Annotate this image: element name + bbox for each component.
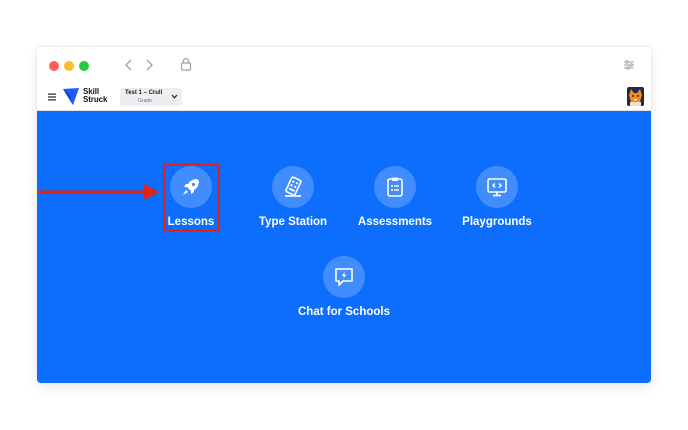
tile-label: Type Station (258, 216, 328, 228)
chat-bolt-icon (335, 268, 353, 286)
chevron-right-icon[interactable] (143, 58, 155, 72)
avatar[interactable] (627, 87, 644, 106)
close-window-button[interactable] (49, 61, 59, 71)
tile-chat-for-schools[interactable]: Chat for Schools (294, 256, 394, 318)
chevron-left-icon[interactable] (123, 58, 135, 72)
playgrounds-icon-circle (476, 166, 518, 208)
sliders-icon[interactable] (623, 59, 635, 71)
annotation-arrow-icon (38, 184, 159, 200)
lessons-highlight-box (163, 163, 220, 232)
clipboard-icon (387, 177, 403, 197)
tile-type-station[interactable]: Type Station (243, 166, 343, 228)
logo-text[interactable]: Skill Struck (83, 88, 107, 104)
app-header: Skill Struck Test 1 – Crull Grade (37, 85, 651, 111)
chevron-down-icon (171, 94, 178, 99)
logo-line2: Struck (83, 95, 108, 104)
fox-avatar-icon (627, 87, 644, 106)
tile-playgrounds[interactable]: Playgrounds (447, 166, 547, 228)
lock-icon (180, 57, 192, 71)
hamburger-menu-icon[interactable] (48, 93, 56, 101)
type-station-icon-circle (272, 166, 314, 208)
monitor-code-icon (487, 178, 507, 197)
browser-window: Skill Struck Test 1 – Crull Grade (37, 47, 651, 383)
assessments-icon-circle (374, 166, 416, 208)
chat-icon-circle (323, 256, 365, 298)
tile-assessments[interactable]: Assessments (345, 166, 445, 228)
class-name: Test 1 – Crull (125, 90, 163, 96)
skill-struck-logo-icon[interactable] (63, 88, 79, 105)
main-dashboard (37, 111, 651, 383)
tile-label: Assessments (357, 216, 433, 228)
maximize-window-button[interactable] (79, 61, 89, 71)
class-selector[interactable]: Test 1 – Crull Grade (120, 88, 182, 106)
browser-chrome (37, 47, 651, 85)
keyboard-icon (285, 176, 302, 197)
tile-label: Chat for Schools (297, 306, 390, 318)
minimize-window-button[interactable] (64, 61, 74, 71)
tile-label: Playgrounds (462, 216, 532, 228)
class-grade-label: Grade (138, 98, 152, 104)
